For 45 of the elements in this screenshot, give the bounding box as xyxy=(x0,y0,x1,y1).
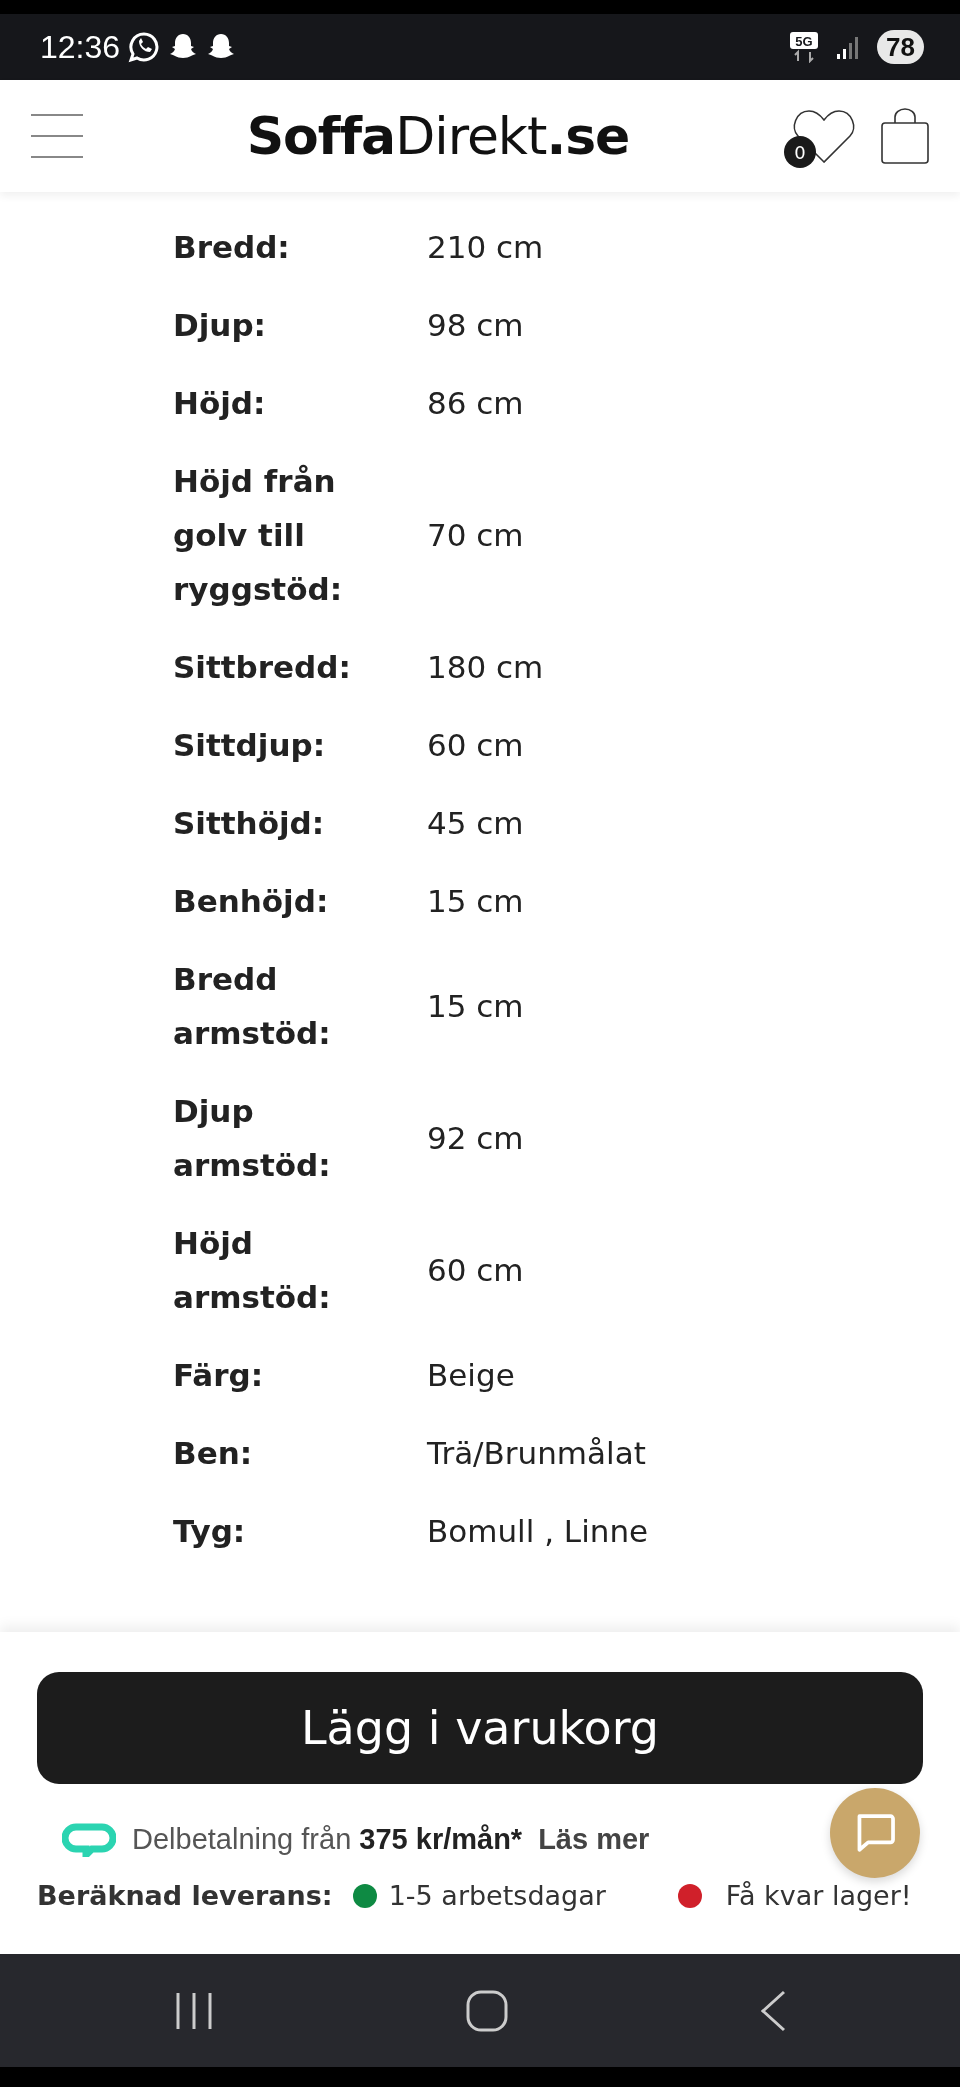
spec-value: 15 cm xyxy=(427,882,524,921)
spec-label: Djup armstöd: xyxy=(173,1092,332,1185)
spec-value: 45 cm xyxy=(427,804,524,843)
spec-value: 60 cm xyxy=(427,1251,524,1290)
spec-value: 70 cm xyxy=(427,516,524,555)
spec-label: Sitthöjd: xyxy=(173,804,326,843)
spec-label: Tyg: xyxy=(173,1512,247,1551)
spec-label: Djup: xyxy=(173,306,267,345)
installment-text: Delbetalning från 375 kr/mån* xyxy=(132,1822,523,1857)
spec-label: Höjd: xyxy=(173,384,267,423)
spec-label: Benhöjd: xyxy=(173,882,330,921)
delivery-status: Få kvar lager! xyxy=(725,1878,912,1913)
spec-value: 98 cm xyxy=(427,306,524,345)
spec-value: Beige xyxy=(427,1356,515,1395)
back-icon[interactable] xyxy=(760,1989,786,2032)
spec-value: Bomull , Linne xyxy=(427,1512,649,1551)
read-more-link[interactable]: Läs mer xyxy=(538,1818,650,1862)
spec-label: Bredd armstöd: xyxy=(173,960,332,1053)
spec-label: Sittbredd: xyxy=(173,648,352,687)
add-to-cart-button[interactable]: Lägg i varukorg xyxy=(37,1672,923,1784)
delivery-label: Beräknad leverans: xyxy=(37,1878,333,1913)
spec-label: Höjd armstöd: xyxy=(173,1224,332,1317)
spec-label: Sittdjup: xyxy=(173,726,327,765)
home-icon[interactable] xyxy=(466,1989,508,2032)
spec-label: Ben: xyxy=(173,1434,254,1473)
spec-value: 92 cm xyxy=(427,1119,524,1158)
menu-icon[interactable] xyxy=(30,113,84,159)
spec-value: 210 cm xyxy=(427,228,544,267)
spec-label: Bredd: xyxy=(173,228,291,267)
spec-value: 60 cm xyxy=(427,726,524,765)
spec-label: Höjd från golv till ryggstöd: xyxy=(173,462,344,609)
chat-logo-icon xyxy=(62,1822,116,1857)
spec-value: Trä/Brunmålat xyxy=(427,1434,646,1473)
delivery-status: 1-5 arbetsdagar xyxy=(388,1878,606,1913)
spec-label: Färg: xyxy=(173,1356,265,1395)
wishlist-count: 0 xyxy=(784,136,816,168)
spec-value: 86 cm xyxy=(427,384,524,423)
battery-level: 78 xyxy=(877,30,924,64)
chat-bubble-icon xyxy=(128,31,161,63)
spec-value: 15 cm xyxy=(427,987,524,1026)
spec-value: 180 cm xyxy=(427,648,544,687)
bag-icon[interactable] xyxy=(880,107,930,165)
clock-time: 12:36 xyxy=(40,28,121,67)
logo[interactable]: SoffaDirekt.se xyxy=(246,97,630,175)
recent-apps-icon[interactable] xyxy=(174,1990,214,2031)
